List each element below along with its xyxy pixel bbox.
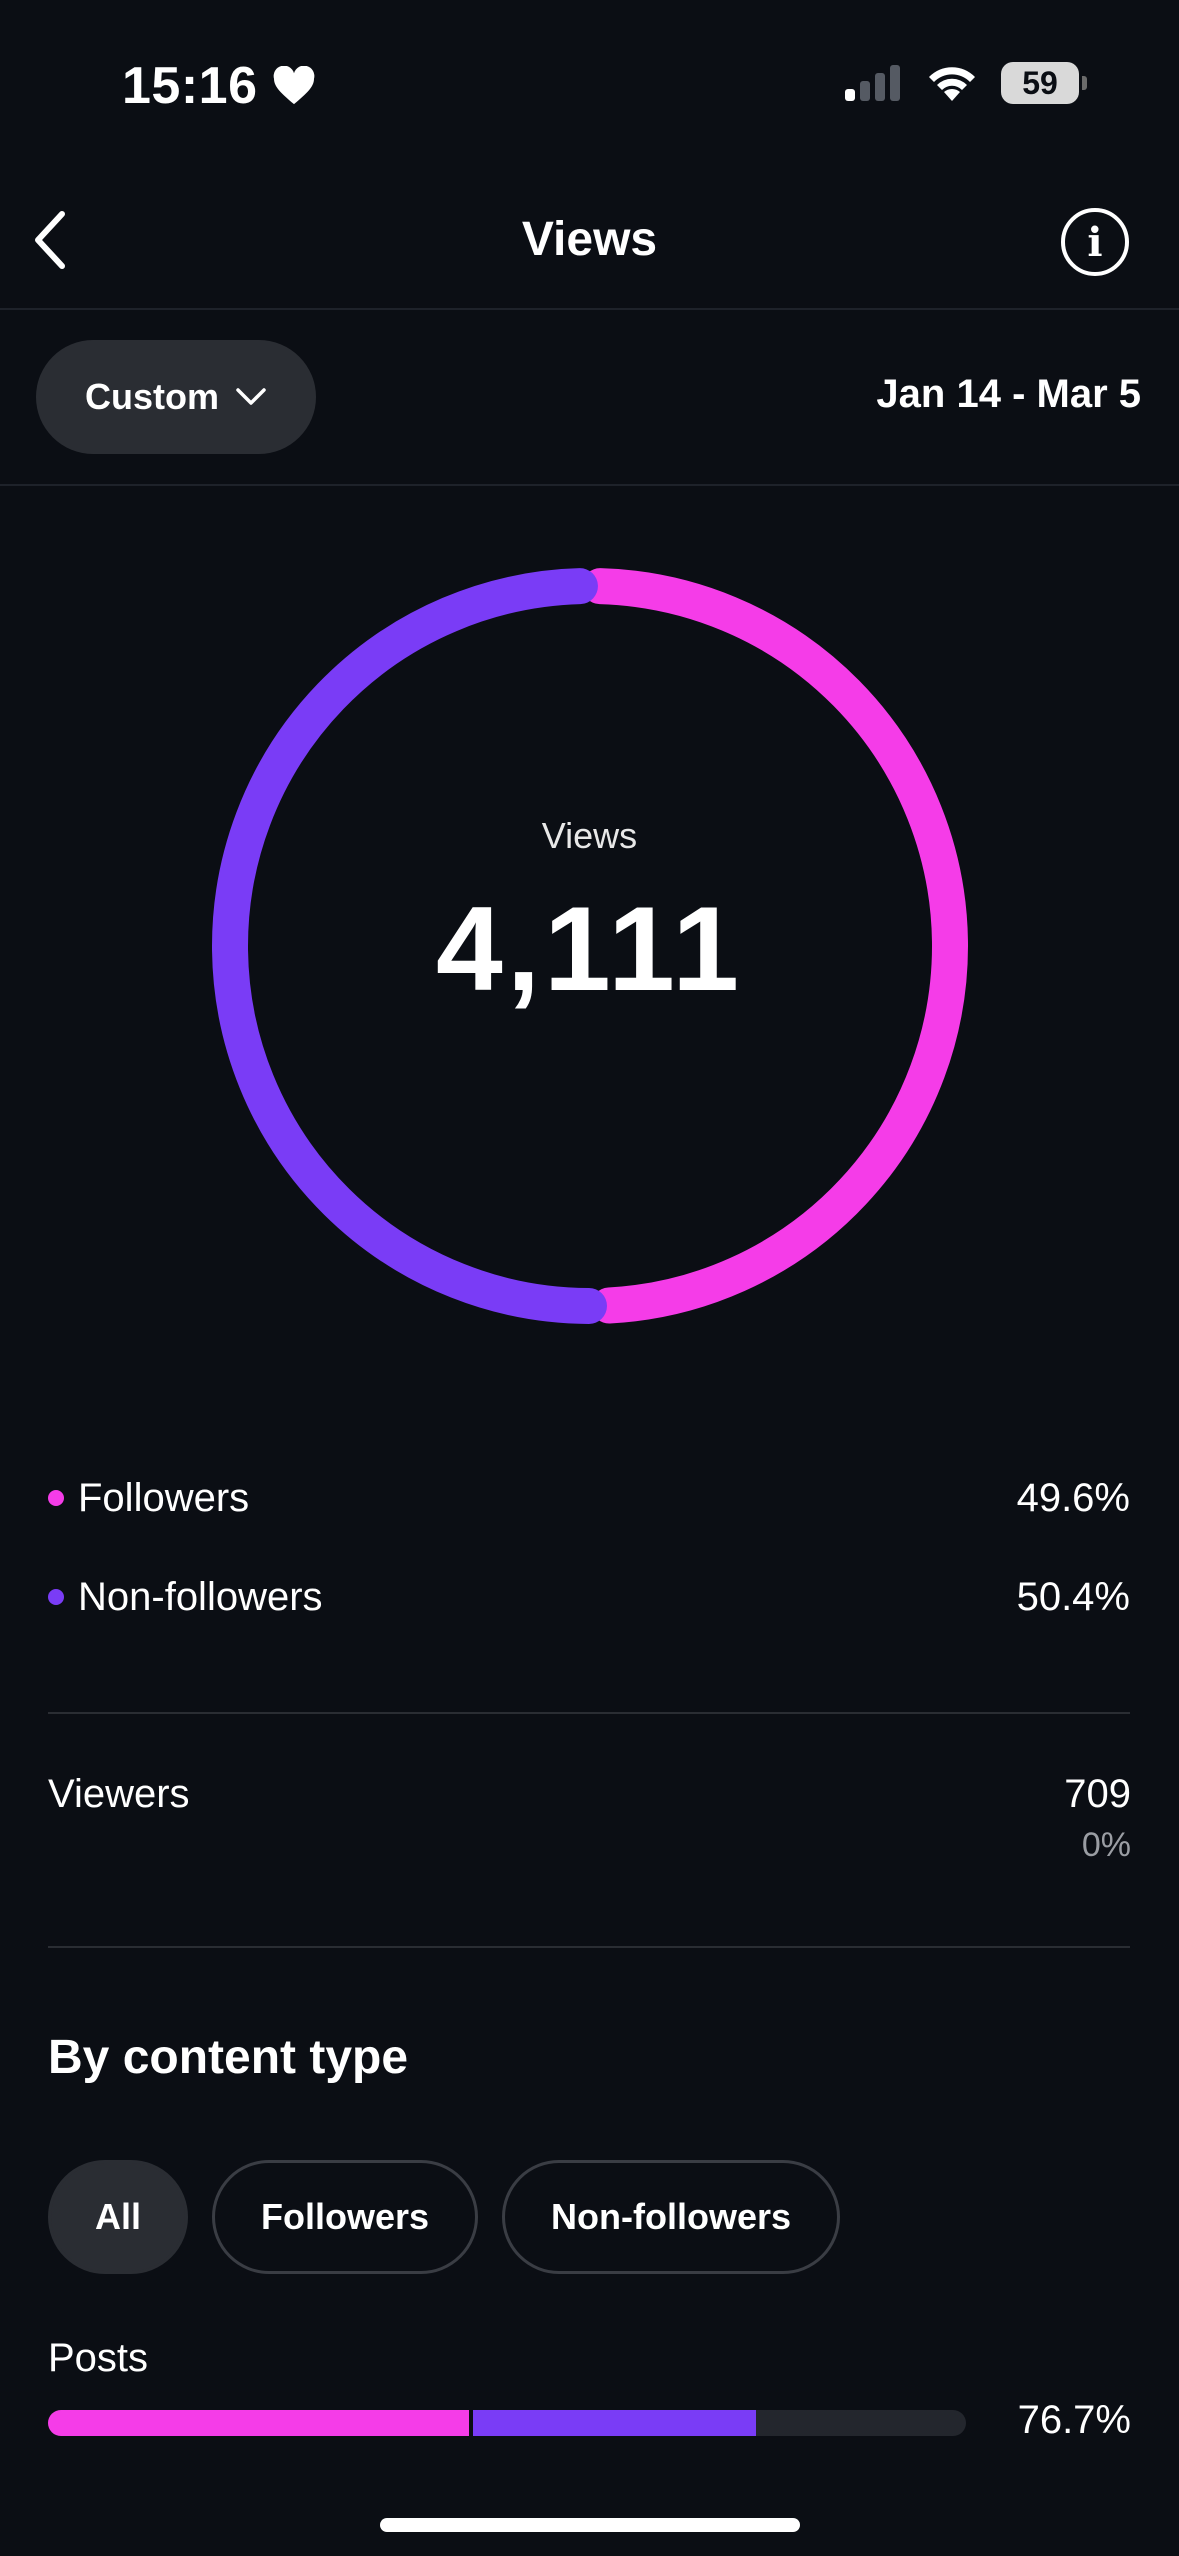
legend-label: Non-followers — [78, 1574, 323, 1619]
date-filter-dropdown[interactable]: Custom — [36, 340, 316, 454]
viewers-value: 709 — [1064, 1772, 1131, 1816]
status-time: 15:16 — [122, 56, 316, 116]
posts-non-followers-segment — [473, 2410, 757, 2436]
followers-dot — [48, 1490, 64, 1506]
info-button[interactable]: i — [1061, 208, 1129, 276]
status-icons: 59 — [843, 62, 1087, 104]
legend-row-followers: Followers 49.6% — [48, 1468, 1130, 1528]
heart-icon — [273, 66, 314, 105]
content-type-chips: All Followers Non-followers — [48, 2160, 841, 2274]
legend-row-non-followers: Non-followers 50.4% — [48, 1567, 1130, 1627]
cellular-signal-icon — [845, 65, 900, 101]
chevron-down-icon — [236, 388, 266, 405]
chip-non-followers[interactable]: Non-followers — [502, 2160, 841, 2274]
battery-indicator: 59 — [1001, 62, 1087, 104]
chip-all[interactable]: All — [48, 2160, 189, 2274]
home-indicator — [380, 2518, 800, 2532]
viewers-label: Viewers — [48, 1772, 190, 1816]
info-icon: i — [1087, 218, 1103, 266]
wifi-icon — [929, 67, 975, 101]
non-followers-dot — [48, 1589, 64, 1605]
posts-progress-bar — [48, 2410, 966, 2436]
viewers-change: 0% — [1081, 1826, 1131, 1864]
content-type-title: By content type — [48, 2031, 409, 2084]
chip-followers[interactable]: Followers — [212, 2160, 479, 2274]
section-divider — [48, 1712, 1130, 1714]
legend-value: 50.4% — [1016, 1574, 1130, 1619]
posts-percent: 76.7% — [1017, 2398, 1131, 2442]
legend-value: 49.6% — [1016, 1475, 1130, 1520]
posts-label: Posts — [48, 2336, 149, 2380]
header-divider — [0, 308, 1179, 310]
clock-time: 15:16 — [122, 57, 258, 115]
filter-divider — [0, 484, 1179, 486]
filter-label: Custom — [85, 376, 219, 417]
posts-followers-segment — [48, 2410, 470, 2436]
legend-label: Followers — [78, 1475, 250, 1520]
date-range-label: Jan 14 - Mar 5 — [876, 372, 1141, 416]
page-title: Views — [521, 213, 658, 266]
battery-level: 59 — [1022, 64, 1058, 101]
donut-center-value: 4,111 — [435, 882, 744, 1016]
section-divider — [48, 1946, 1130, 1948]
donut-center-label: Views — [541, 815, 638, 856]
